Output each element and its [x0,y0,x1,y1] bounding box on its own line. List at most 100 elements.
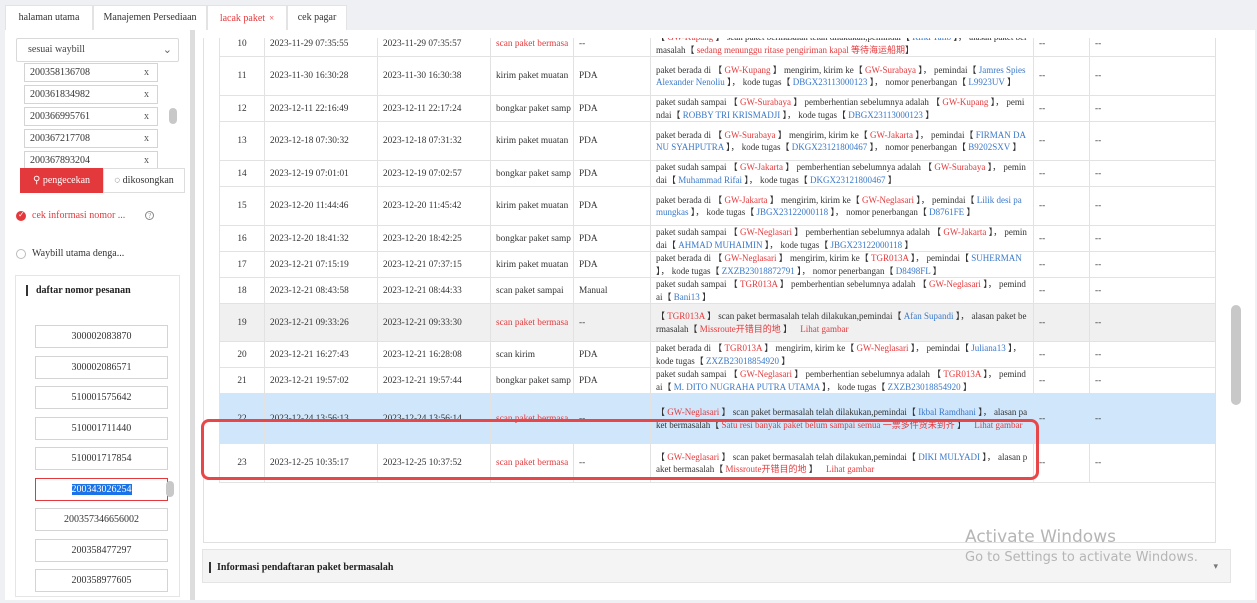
scan-type-cell: bongkar paket samp [490,160,574,187]
remove-icon[interactable]: x [144,152,149,169]
table-row[interactable]: 10 2023-11-29 07:35:55 2023-11-29 07:35:57… [219,38,1215,57]
table-row[interactable]: 15 2023-12-20 11:44:46 2023-12-20 11:45:42… [219,186,1215,226]
description-text: GW-Jakarta [869,129,913,140]
table-row[interactable]: 21 2023-12-21 19:57:02 2023-12-21 19:57:44… [219,367,1215,394]
description-text: GW-Jakarta [739,162,783,172]
description-text: TGR013A [739,279,778,289]
description-text: 】， nomor penerbangan【 [828,207,930,217]
extra-cell-1: -- [1033,341,1090,368]
remove-icon[interactable]: x [144,108,149,125]
description-text: 】 [885,174,897,185]
remove-icon[interactable]: x [144,64,149,81]
search-panel: sesuai waybill ⌄ 200358136708 x 200361834… [5,30,190,600]
order-item[interactable]: 300002083870 [35,325,168,348]
option-main-waybill[interactable]: Waybill utama denga... [16,248,124,259]
upload-time-cell: 2023-12-21 08:44:33 [377,277,491,304]
table-row[interactable]: 12 2023-12-11 22:16:49 2023-12-11 22:17:24… [219,95,1215,122]
waybill-scrollbar[interactable] [169,108,177,124]
description-text: paket sudah sampai 【 [656,162,740,172]
help-icon[interactable]: ? [145,211,155,220]
table-row[interactable]: 13 2023-12-18 07:30:32 2023-12-18 07:31:32… [219,121,1215,161]
extra-cell-1: -- [1033,56,1090,96]
tab-home[interactable]: halaman utama [5,5,93,30]
description-cell: paket sudah sampai 【 GW-Neglasari 】 pemb… [650,367,1034,394]
order-item[interactable]: 200357346656002 [35,508,168,531]
description-text: GW-Neglasari [667,407,720,417]
description-text: 】， kode tugas【 [724,77,793,87]
order-item[interactable]: 200358977605 [35,569,168,592]
description-text: paket berada di 【 [656,343,725,353]
scan-time-cell: 2023-12-21 07:15:19 [264,251,378,278]
description-text: GW-Surabaya [934,162,986,172]
device-cell: PDA [573,341,651,368]
order-item[interactable]: 510001717854 [35,447,168,470]
description-text: paket sudah sampai 【 [656,369,740,379]
order-item[interactable]: 200358477297 [35,539,168,562]
description-text: 】， nomor penerbangan【 [867,142,969,152]
device-cell: PDA [573,160,651,187]
main-scrollbar-thumb[interactable] [1231,305,1241,405]
tab-fence-check[interactable]: cek pagar [287,5,347,30]
description-text: 】， nomor penerbangan【 [794,265,896,276]
tab-inventory[interactable]: Manajemen Persediaan [93,5,207,30]
table-row[interactable]: 20 2023-12-21 16:27:43 2023-12-21 16:28:08… [219,341,1215,368]
row-number-cell: 10 [219,38,265,57]
upload-time-cell: 2023-12-20 18:42:25 [377,225,491,252]
description-text: TGR013A [667,311,705,321]
table-row[interactable]: 16 2023-12-20 18:41:32 2023-12-20 18:42:25… [219,225,1215,252]
description-text: 】 pemberhentian sebelumnya adalah 【 [791,369,944,379]
description-text: paket berada di 【 [656,64,725,75]
description-cell: paket sudah sampai 【 GW-Neglasari 】 pemb… [650,225,1034,252]
extra-cell-1: -- [1033,225,1090,252]
tab-package-tracking[interactable]: lacak paket × [207,5,287,30]
order-list-panel: daftar nomor pesanan 300002083870 300002… [15,275,180,597]
table-row[interactable]: 11 2023-11-30 16:30:28 2023-11-30 16:30:38… [219,56,1215,96]
option-check-info[interactable]: cek informasi nomor ...? [16,210,155,221]
row-number-cell: 21 [219,367,265,394]
remove-icon[interactable]: x [144,130,149,147]
description-text: 】 scan paket bermasalah telah dilakukan,… [704,311,904,321]
detail-link: DKGX23121800467 [810,174,886,185]
tab-label: lacak paket [219,13,266,24]
scan-time-cell: 2023-12-21 09:33:26 [264,303,378,342]
description-text: TGR013A [724,343,762,353]
expand-icon[interactable]: ▾ [1213,561,1218,572]
description-text: paket sudah sampai 【 [656,227,740,237]
scan-time-cell: 2023-12-21 19:57:02 [264,367,378,394]
description-text: 】 scan paket bermasalah telah dilakukan,… [713,38,912,42]
radio-icon[interactable] [16,248,26,259]
extra-cell-1: -- [1033,121,1090,161]
clear-button[interactable]: ◌ dikosongkan [103,168,185,193]
radio-checked-icon[interactable] [16,210,26,221]
row-number-cell: 20 [219,341,265,368]
device-cell: -- [573,303,651,342]
description-text: 】， nomor penerbangan【 [867,77,969,87]
detail-link: DBGX23113000123 [848,109,923,120]
table-row[interactable]: 17 2023-12-21 07:15:19 2023-12-21 07:37:15… [219,251,1215,278]
remove-icon[interactable]: x [144,86,149,103]
upload-time-cell: 2023-12-21 16:28:08 [377,341,491,368]
table-row[interactable]: 14 2023-12-19 07:01:01 2023-12-19 07:02:57… [219,160,1215,187]
table-row[interactable]: 18 2023-12-21 08:43:58 2023-12-21 08:44:33… [219,277,1215,304]
device-cell: -- [573,38,651,57]
order-item[interactable]: 300002086571 [35,356,168,379]
table-row[interactable]: 19 2023-12-21 09:33:26 2023-12-21 09:33:30… [219,303,1215,342]
order-item-selected[interactable]: 200343026254 [35,478,168,501]
description-text: 】 pemberhentian sebelumnya adalah 【 [790,97,943,107]
order-list-scrollbar[interactable] [166,481,174,497]
tab-label: halaman utama [18,12,80,23]
scan-type-cell: scan paket sampai [490,277,574,304]
section-title: Informasi pendaftaran paket bermasalah [209,562,393,573]
upload-time-cell: 2023-12-21 19:57:44 [377,367,491,394]
search-button[interactable]: ⚲ pengecekan [20,168,103,193]
extra-cell-2: -- [1089,251,1215,278]
extra-cell-2: -- [1089,95,1215,122]
description-text: sedang menunggu ritase pengiriman kapal … [696,44,905,55]
view-image-link[interactable]: Lihat gambar [800,324,848,334]
row-number-cell: 12 [219,95,265,122]
order-item[interactable]: 510001575642 [35,386,168,409]
order-item[interactable]: 510001711440 [35,417,168,440]
description-text: 】 mengirim, kirim ke【 [775,129,870,140]
extra-cell-1: -- [1033,95,1090,122]
tab-close-icon[interactable]: × [269,13,274,23]
